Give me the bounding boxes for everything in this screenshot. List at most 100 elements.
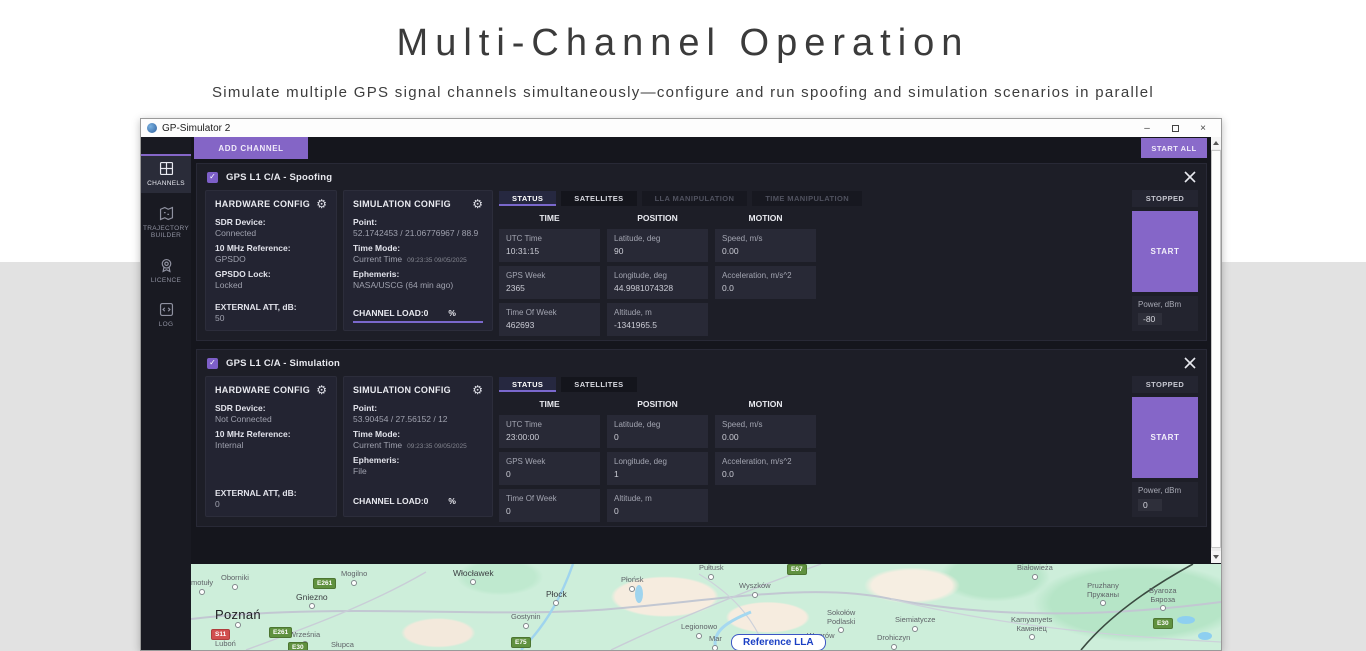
sidebar-item-licence[interactable]: LICENCE xyxy=(141,251,191,290)
gear-icon[interactable]: ⚙ xyxy=(472,198,483,210)
status-panel: STATUS SATELLITES LLA MANIPULATION TIME … xyxy=(499,190,1126,331)
sidebar: CHANNELS TRAJECTORY BUILDER LICENCE LOG xyxy=(141,137,191,650)
map-city-label: Pułtusk xyxy=(699,564,724,580)
run-state-badge: STOPPED xyxy=(1132,190,1198,207)
time-mode-value: Current Time09:23:35 09/05/2025 xyxy=(353,254,483,264)
page-title: Multi-Channel Operation xyxy=(0,22,1366,65)
map-city-label: Pruzhany Пружаны xyxy=(1087,582,1119,606)
vertical-scrollbar[interactable] xyxy=(1211,137,1221,563)
close-button[interactable]: × xyxy=(1189,120,1217,136)
app-icon xyxy=(147,123,157,133)
time-mode-value: Current Time09:23:35 09/05/2025 xyxy=(353,440,483,450)
ephemeris-label: Ephemeris: xyxy=(353,455,483,465)
map[interactable]: motułyObornikiMogilnoWłocławekPłockGniez… xyxy=(191,564,1221,650)
sidebar-item-label: TRAJECTORY BUILDER xyxy=(142,225,190,240)
status-column-position: POSITION Latitude, deg 90 xyxy=(607,213,708,340)
map-city-label: Gostynin xyxy=(511,613,541,629)
channel-close-button[interactable] xyxy=(1184,171,1196,183)
maximize-button[interactable] xyxy=(1161,120,1189,136)
gear-icon[interactable]: ⚙ xyxy=(316,198,327,210)
map-city-label: Płock xyxy=(546,590,567,606)
start-all-button[interactable]: START ALL xyxy=(1141,138,1207,158)
map-city-label: motuły xyxy=(191,579,213,595)
map-city-label: Poznań xyxy=(215,608,261,628)
ephemeris-value: File xyxy=(353,466,483,476)
status-field: UTC Time 10:31:15 xyxy=(499,229,600,262)
status-field: Altitude, m -1341965.5 xyxy=(607,303,708,336)
tab-time-manipulation: TIME MANIPULATION xyxy=(752,191,862,206)
sidebar-item-log[interactable]: LOG xyxy=(141,295,191,334)
status-field: Acceleration, m/s^2 0.0 xyxy=(715,266,816,299)
app-window: GP-Simulator 2 – × CHANNELS TRAJECTORY B… xyxy=(140,118,1222,651)
status-column-motion: MOTION Speed, m/s 0.00 xyxy=(715,213,816,340)
tab-satellites[interactable]: SATELLITES xyxy=(561,191,636,206)
maximize-icon xyxy=(1172,125,1179,132)
status-field: Longitude, deg 44.9981074328 xyxy=(607,266,708,299)
road-badge: E75 xyxy=(511,637,531,648)
panel-title: SIMULATION CONFIG xyxy=(353,199,451,209)
panel-title: HARDWARE CONFIG xyxy=(215,385,310,395)
point-value: 52.1742453 / 21.06776967 / 88.9 xyxy=(353,228,483,238)
map-city-label: Białowieża xyxy=(1017,564,1053,580)
status-field: UTC Time 23:00:00 xyxy=(499,415,600,448)
tab-status[interactable]: STATUS xyxy=(499,377,556,392)
map-city-label: Słupca xyxy=(331,641,354,650)
map-city-label: Sokołów Podlaski xyxy=(827,609,855,633)
external-att-field: EXTERNAL ATT, dB: 0 xyxy=(215,483,327,509)
scroll-up-arrow[interactable] xyxy=(1211,137,1221,149)
status-field: Latitude, deg 90 xyxy=(607,229,708,262)
channel-name: GPS L1 C/A - Spoofing xyxy=(226,172,332,183)
tab-satellites[interactable]: SATELLITES xyxy=(561,377,636,392)
channel-card-spoofing: GPS L1 C/A - Spoofing HARDWARE CONFIG ⚙ xyxy=(196,163,1207,341)
hardware-field: SDR Device: Connected xyxy=(215,217,327,238)
gear-icon[interactable]: ⚙ xyxy=(472,384,483,396)
power-value[interactable]: -80 xyxy=(1138,313,1162,325)
map-city-label: Gniezno xyxy=(296,593,328,609)
start-button[interactable]: START xyxy=(1132,211,1198,292)
map-city-label: Siemiatycze xyxy=(895,616,935,632)
channel-enabled-checkbox[interactable] xyxy=(207,358,218,369)
road-badge: S11 xyxy=(211,629,230,640)
start-button[interactable]: START xyxy=(1132,397,1198,478)
sidebar-item-trajectory-builder[interactable]: TRAJECTORY BUILDER xyxy=(141,199,191,245)
ephemeris-label: Ephemeris: xyxy=(353,269,483,279)
minimize-button[interactable]: – xyxy=(1133,120,1161,136)
gear-icon[interactable]: ⚙ xyxy=(316,384,327,396)
scroll-down-arrow[interactable] xyxy=(1211,551,1221,563)
map-city-label: Mogilno xyxy=(341,570,367,586)
scrollbar-thumb[interactable] xyxy=(1211,150,1221,548)
channels-grid-icon xyxy=(158,160,175,177)
status-field: Speed, m/s 0.00 xyxy=(715,229,816,262)
time-stamp: 09:23:35 09/05/2025 xyxy=(407,257,467,264)
add-channel-button[interactable]: ADD CHANNEL xyxy=(194,137,308,159)
status-field: Speed, m/s 0.00 xyxy=(715,415,816,448)
channel-name: GPS L1 C/A - Simulation xyxy=(226,358,340,369)
time-stamp: 09:23:35 09/05/2025 xyxy=(407,443,467,450)
status-column-motion: MOTION Speed, m/s 0.00 xyxy=(715,399,816,526)
channel-card-simulation: GPS L1 C/A - Simulation HARDWARE CONFIG … xyxy=(196,349,1207,527)
status-panel: STATUS SATELLITES TIME xyxy=(499,376,1126,517)
map-icon xyxy=(158,205,175,222)
status-column-time: TIME UTC Time 23:00:00 xyxy=(499,399,600,526)
channel-close-button[interactable] xyxy=(1184,357,1196,369)
reference-lla-label[interactable]: Reference LLA xyxy=(731,634,826,650)
road-badge: E30 xyxy=(1153,618,1173,629)
sidebar-item-channels[interactable]: CHANNELS xyxy=(141,154,191,193)
run-panel: STOPPED START Power, dBm 0 xyxy=(1132,376,1198,517)
close-icon xyxy=(1184,357,1196,369)
channel-load: CHANNEL LOAD:0 % xyxy=(353,308,483,323)
panel-title: HARDWARE CONFIG xyxy=(215,199,310,209)
window-titlebar: GP-Simulator 2 – × xyxy=(141,119,1221,137)
map-city-label: Byaroza Бяроза xyxy=(1149,587,1177,611)
power-value[interactable]: 0 xyxy=(1138,499,1162,511)
road-badge: E261 xyxy=(313,578,336,589)
map-city-label: Płońsk xyxy=(621,576,644,592)
code-icon xyxy=(158,301,175,318)
status-field: GPS Week 0 xyxy=(499,452,600,485)
channel-enabled-checkbox[interactable] xyxy=(207,172,218,183)
sidebar-item-label: LOG xyxy=(159,321,174,329)
status-field: Latitude, deg 0 xyxy=(607,415,708,448)
status-field: Time Of Week 462693 xyxy=(499,303,600,336)
tab-status[interactable]: STATUS xyxy=(499,191,556,206)
sidebar-item-label: CHANNELS xyxy=(147,180,185,188)
